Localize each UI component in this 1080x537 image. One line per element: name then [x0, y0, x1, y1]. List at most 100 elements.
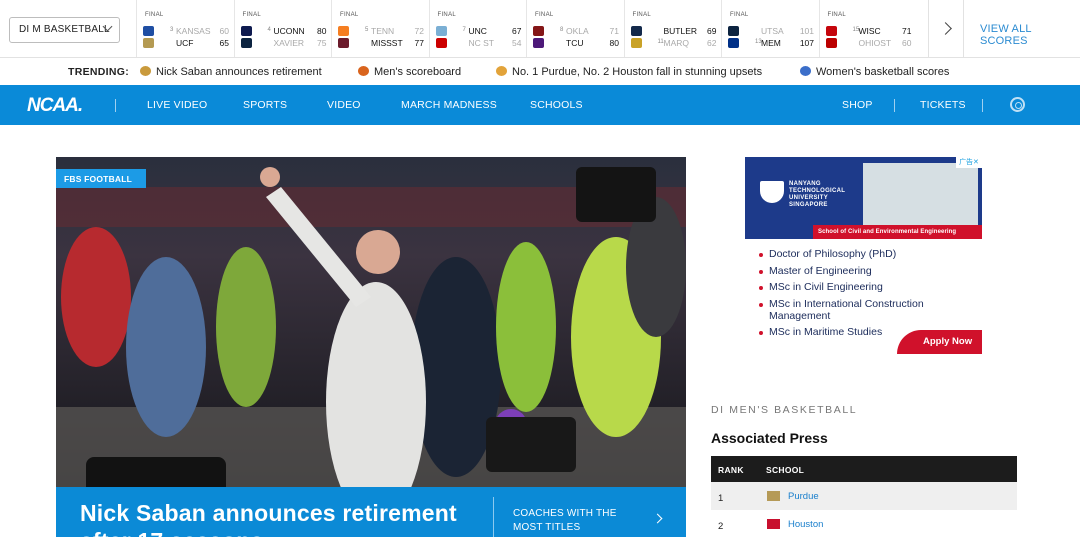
- nav-item-sports[interactable]: SPORTS: [243, 99, 287, 111]
- team-row: MISSST 77: [338, 37, 424, 49]
- team-logo-icon: [143, 38, 154, 48]
- chevron-right-icon: [939, 22, 952, 35]
- game-score-card[interactable]: FINAL 3 KANSAS 60 UCF 65: [136, 0, 234, 57]
- sport-select-value: DI M BASKETBALL: [19, 24, 110, 35]
- team-name: XAVIER: [273, 38, 305, 48]
- team-row: 4 UCONN 80: [240, 25, 327, 37]
- game-status: FINAL: [535, 12, 554, 18]
- team-name: TCU: [566, 38, 584, 48]
- related-story-link[interactable]: COACHES WITH THE MOST TITLES: [513, 507, 648, 535]
- trending-link[interactable]: Nick Saban announces retirement: [140, 66, 322, 78]
- team-name: OHIOST: [858, 38, 892, 48]
- team-score: 60: [902, 38, 912, 48]
- school-name[interactable]: Houston: [788, 519, 823, 530]
- game-score-card[interactable]: FINAL 4 UCONN 80 XAVIER 75: [233, 0, 332, 57]
- houston-logo-icon: [767, 519, 780, 529]
- chevron-right-icon[interactable]: [652, 513, 663, 524]
- view-all-scores-link[interactable]: VIEW ALL SCORES: [980, 23, 1080, 47]
- team-name: MISSST: [371, 38, 403, 48]
- game-score-card[interactable]: FINAL 7 UNC 67 NC ST 54: [428, 0, 527, 57]
- team-rank: 8: [560, 27, 564, 33]
- hero-headline[interactable]: Nick Saban announces retirement after 17…: [80, 499, 480, 537]
- team-score: 80: [609, 38, 619, 48]
- next-scores-button[interactable]: [928, 0, 964, 57]
- trending-link[interactable]: Men's scoreboard: [358, 66, 461, 78]
- sport-select[interactable]: DI M BASKETBALL: [9, 17, 120, 43]
- game-status: FINAL: [827, 12, 847, 18]
- game-score-card[interactable]: FINAL UTSA 101 13 MEM 107: [721, 0, 819, 57]
- team-score: 69: [707, 26, 717, 36]
- nav-item-schools[interactable]: SCHOOLS: [530, 99, 583, 111]
- team-score: 71: [609, 26, 619, 36]
- team-name: UCF: [176, 38, 194, 48]
- team-logo-icon: [240, 38, 252, 48]
- team-logo-icon: [533, 26, 544, 36]
- advertisement[interactable]: NANYANG TECHNOLOGICAL UNIVERSITY SINGAPO…: [745, 157, 982, 354]
- game-score-card[interactable]: FINAL 8 OKLA 71 TCU 80: [526, 0, 624, 57]
- team-score: 62: [707, 38, 717, 48]
- rank-value: 1: [718, 493, 724, 504]
- ad-header: NANYANG TECHNOLOGICAL UNIVERSITY SINGAPO…: [745, 157, 982, 239]
- rankings-header: RANK SCHOOL: [711, 456, 1017, 482]
- team-row: BUTLER 69: [630, 25, 717, 37]
- hero-image[interactable]: FBS FOOTBALL: [56, 157, 686, 487]
- table-row[interactable]: 2 Houston: [711, 510, 1017, 537]
- university-crest-icon: [760, 181, 784, 203]
- ncaa-logo[interactable]: NCAA.: [27, 95, 83, 117]
- team-logo-icon: [435, 38, 447, 48]
- game-score-card[interactable]: FINAL 15 WISC 71 OHIOST 60: [818, 0, 917, 57]
- game-score-card[interactable]: FINAL BUTLER 69 11 MARQ 62: [623, 0, 722, 57]
- team-score: 71: [902, 26, 912, 36]
- team-name: BUTLER: [663, 26, 698, 36]
- team-logo-icon: [143, 26, 154, 36]
- team-name: MARQ: [663, 38, 690, 48]
- team-logo-icon: [630, 38, 642, 48]
- rankings-sport: DI MEN'S BASKETBALL: [711, 404, 858, 416]
- program-item: MSc in Civil Engineering: [759, 281, 969, 293]
- rankings-title[interactable]: Associated Press: [711, 430, 828, 446]
- team-score: 60: [219, 26, 229, 36]
- nav-item-shop[interactable]: SHOP: [842, 99, 873, 111]
- apply-now-button[interactable]: Apply Now: [897, 330, 982, 354]
- trending-link[interactable]: No. 1 Purdue, No. 2 Houston fall in stun…: [496, 66, 762, 78]
- caption-divider: [493, 497, 494, 537]
- nav-item-live-video[interactable]: LIVE VIDEO: [147, 99, 207, 111]
- team-logo-icon: [728, 26, 739, 36]
- nav-item-tickets[interactable]: TICKETS: [920, 99, 966, 111]
- team-logo-icon: [533, 38, 544, 48]
- team-row: 5 TENN 72: [338, 25, 424, 37]
- team-score: 67: [512, 26, 522, 36]
- rank-value: 2: [718, 521, 724, 532]
- program-item: Doctor of Philosophy (PhD): [759, 248, 969, 260]
- school-name[interactable]: Purdue: [788, 491, 819, 502]
- program-list: Doctor of Philosophy (PhD) Master of Eng…: [759, 248, 969, 343]
- table-row[interactable]: 1 Purdue: [711, 482, 1017, 510]
- hero-category-tag[interactable]: FBS FOOTBALL: [56, 169, 147, 188]
- trending-bar: TRENDING: Nick Saban announces retiremen…: [0, 58, 1080, 85]
- team-logo-icon: [338, 38, 349, 48]
- university-name: NANYANG TECHNOLOGICAL UNIVERSITY SINGAPO…: [789, 181, 846, 208]
- rank-column-header: RANK: [718, 465, 744, 475]
- nav-divider: [982, 99, 983, 112]
- team-row: NC ST 54: [435, 37, 522, 49]
- team-rank: 5: [365, 27, 369, 33]
- nav-item-video[interactable]: VIDEO: [327, 99, 361, 111]
- purdue-logo-icon: [767, 491, 780, 501]
- nav-divider: [115, 99, 116, 112]
- team-name: OKLA: [566, 26, 589, 36]
- ad-close-icon[interactable]: 广告✕: [956, 157, 982, 168]
- team-score: 77: [414, 38, 424, 48]
- nav-item-march-madness[interactable]: MARCH MADNESS: [401, 99, 497, 111]
- team-row: 15 WISC 71: [825, 25, 912, 37]
- team-row: UCF 65: [143, 37, 229, 49]
- program-item: MSc in International Construction Manage…: [759, 298, 969, 322]
- game-status: FINAL: [242, 12, 262, 18]
- team-row: TCU 80: [533, 37, 619, 49]
- team-name: KANSAS: [176, 26, 211, 36]
- nav-divider: [894, 99, 895, 112]
- trending-label: TRENDING:: [68, 66, 130, 78]
- trending-link[interactable]: Women's basketball scores: [800, 66, 949, 78]
- gear-icon[interactable]: [1010, 97, 1025, 112]
- team-rank: 7: [462, 27, 466, 33]
- game-score-card[interactable]: FINAL 5 TENN 72 MISSST 77: [331, 0, 429, 57]
